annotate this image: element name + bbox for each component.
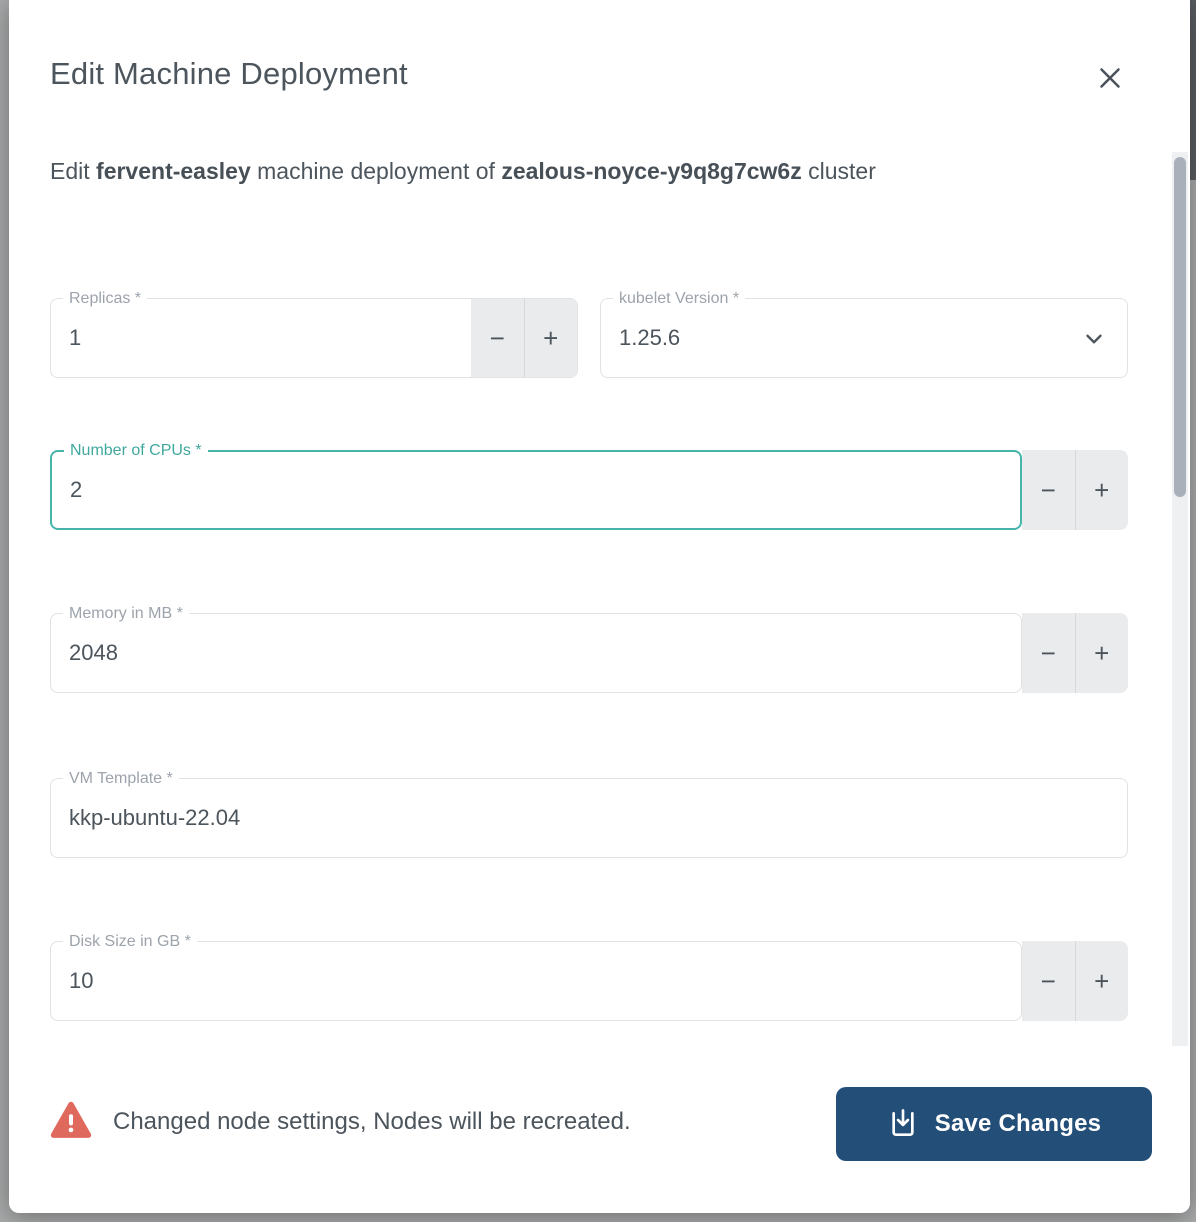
close-button[interactable] <box>1089 57 1131 99</box>
minus-icon: − <box>1041 475 1056 506</box>
machine-deployment-name: fervent-easley <box>96 158 251 184</box>
disk-size-field: Disk Size in GB * 10 <box>50 941 1022 1021</box>
cpus-decrement-button[interactable]: − <box>1022 450 1076 530</box>
dialog-title: Edit Machine Deployment <box>50 56 408 92</box>
edit-machine-deployment-dialog: Edit Machine Deployment Edit fervent-eas… <box>9 0 1190 1213</box>
kubelet-version-select[interactable]: 1.25.6 <box>601 299 1127 377</box>
cluster-name: zealous-noyce-y9q8g7cw6z <box>501 158 801 184</box>
cpus-increment-button[interactable]: + <box>1076 450 1129 530</box>
replicas-increment-button[interactable]: + <box>525 299 578 377</box>
replicas-field: Replicas * 1 − + <box>50 298 578 378</box>
memory-stepper: − + <box>1022 613 1128 693</box>
plus-icon: + <box>1094 475 1109 506</box>
memory-increment-button[interactable]: + <box>1076 613 1129 693</box>
warning-icon <box>50 1100 92 1140</box>
background-text-fragment: n <box>0 483 8 529</box>
memory-decrement-button[interactable]: − <box>1022 613 1076 693</box>
minus-icon: − <box>1041 966 1056 997</box>
memory-input[interactable]: 2048 <box>51 614 1021 692</box>
plus-icon: + <box>1094 638 1109 669</box>
disk-size-increment-button[interactable]: + <box>1076 941 1129 1021</box>
disk-size-input[interactable]: 10 <box>51 942 1021 1020</box>
disk-size-stepper: − + <box>1022 941 1128 1021</box>
replicas-stepper: − + <box>471 299 577 377</box>
disk-size-decrement-button[interactable]: − <box>1022 941 1076 1021</box>
minus-icon: − <box>490 323 505 354</box>
scrollbar-thumb[interactable] <box>1174 157 1186 497</box>
background-dark-strip <box>1190 0 1196 180</box>
save-icon <box>887 1108 919 1140</box>
replicas-decrement-button[interactable]: − <box>471 299 525 377</box>
dialog-subtitle: Edit fervent-easley machine deployment o… <box>50 158 1110 185</box>
cpus-field: Number of CPUs * 2 <box>50 450 1022 530</box>
save-changes-button[interactable]: Save Changes <box>836 1087 1152 1161</box>
plus-icon: + <box>543 323 558 354</box>
memory-field: Memory in MB * 2048 <box>50 613 1022 693</box>
vm-template-field: VM Template * kkp-ubuntu-22.04 <box>50 778 1128 858</box>
close-icon <box>1095 63 1125 93</box>
cpus-input[interactable]: 2 <box>52 452 1020 528</box>
vm-template-input[interactable]: kkp-ubuntu-22.04 <box>51 779 1127 857</box>
plus-icon: + <box>1094 966 1109 997</box>
chevron-down-icon <box>1081 326 1107 352</box>
scrollbar-track[interactable] <box>1172 152 1188 1046</box>
warning-message: Changed node settings, Nodes will be rec… <box>113 1108 631 1136</box>
kubelet-version-field[interactable]: kubelet Version * 1.25.6 <box>600 298 1128 378</box>
minus-icon: − <box>1041 638 1056 669</box>
cpus-stepper: − + <box>1022 450 1128 530</box>
save-button-label: Save Changes <box>935 1110 1101 1138</box>
